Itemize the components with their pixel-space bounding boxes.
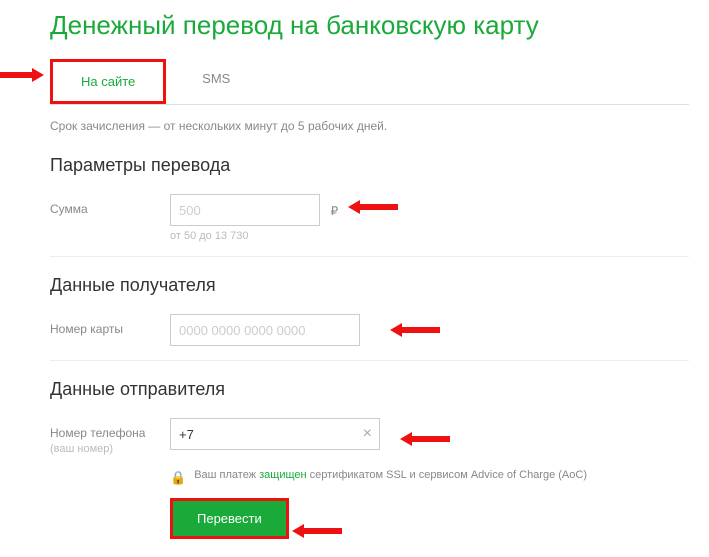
currency-symbol: ₽ — [330, 204, 338, 218]
amount-label: Сумма — [50, 194, 170, 218]
section-sender: Данные отправителя — [50, 379, 689, 400]
lock-icon: 🔒 — [170, 470, 186, 486]
security-text: Ваш платеж защищен сертификатом SSL и се… — [194, 468, 587, 483]
clear-icon[interactable]: × — [363, 426, 372, 442]
arrow-icon — [292, 524, 342, 538]
submit-button[interactable]: Перевести — [173, 501, 286, 536]
divider — [50, 256, 689, 257]
arrow-icon — [0, 68, 44, 82]
amount-hint: от 50 до 13 730 — [170, 230, 338, 242]
credit-note: Срок зачисления — от нескольких минут до… — [50, 119, 689, 133]
page-title: Денежный перевод на банковскую карту — [50, 10, 689, 41]
amount-input[interactable] — [170, 194, 320, 226]
card-label: Номер карты — [50, 314, 170, 338]
phone-label: Номер телефона — [50, 426, 145, 440]
section-params: Параметры перевода — [50, 155, 689, 176]
card-input[interactable] — [170, 314, 360, 346]
tab-sms[interactable]: SMS — [166, 59, 266, 104]
phone-sublabel: (ваш номер) — [50, 442, 170, 456]
tab-site[interactable]: На сайте — [50, 59, 166, 104]
section-recipient: Данные получателя — [50, 275, 689, 296]
phone-input[interactable] — [170, 418, 380, 450]
divider — [50, 360, 689, 361]
tabs: На сайте SMS — [50, 59, 689, 105]
